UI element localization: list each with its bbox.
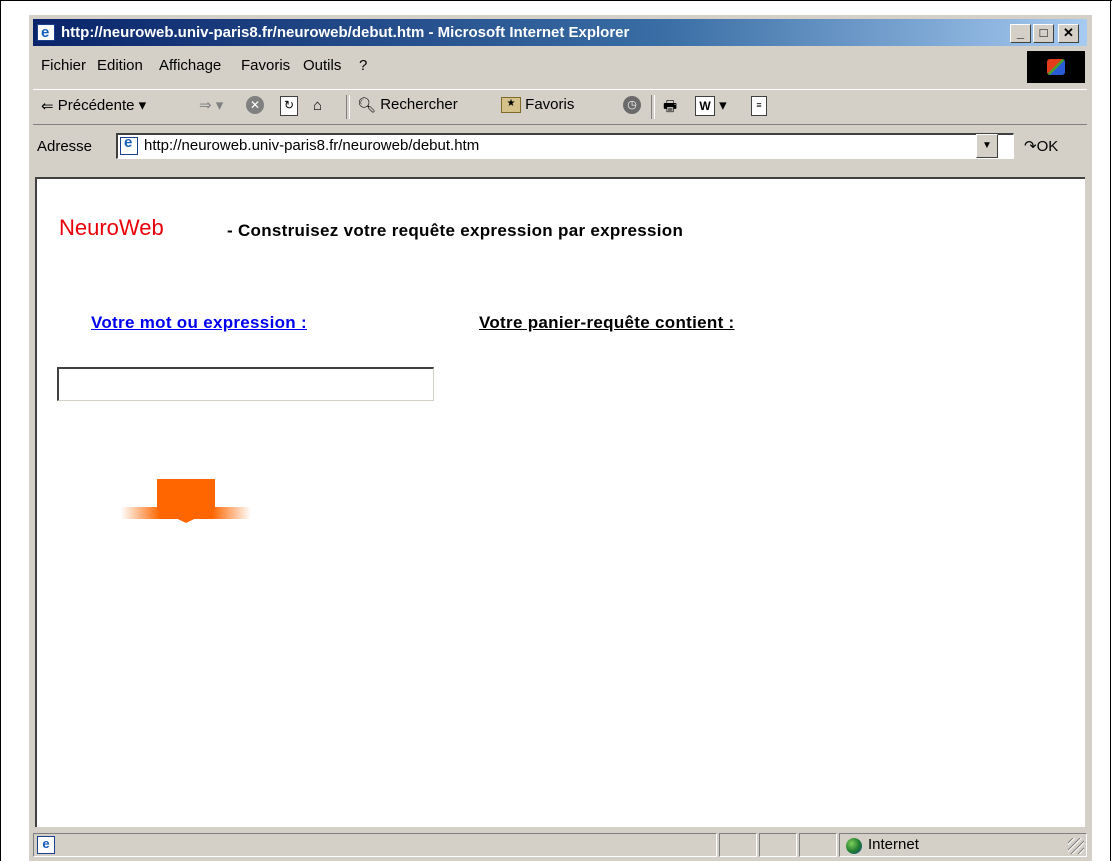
window-title: http://neuroweb.univ-paris8.fr/neuroweb/…: [61, 24, 630, 41]
forward-arrow-icon: ⇒: [199, 97, 212, 114]
edit-dropdown-icon[interactable]: ▾: [719, 97, 727, 114]
status-cell: [719, 833, 757, 857]
ie-page-icon: e: [37, 836, 55, 854]
go-arrow-icon: ↷: [1024, 138, 1037, 155]
menu-help[interactable]: ?: [359, 57, 367, 74]
search-icon: 🔍︎: [357, 97, 377, 115]
menu-affichage[interactable]: Affichage: [159, 57, 221, 74]
document-icon: ≡: [751, 96, 767, 116]
maximize-button[interactable]: □: [1033, 24, 1054, 43]
screenshot-border: [0, 0, 1112, 1]
expression-input[interactable]: [57, 367, 434, 401]
favorites-button[interactable]: ★ Favoris: [501, 96, 575, 114]
status-bar: e Internet: [33, 831, 1087, 858]
address-bar: Adresse http://neuroweb.univ-paris8.fr/n…: [33, 128, 1087, 164]
standard-toolbar: ⇐ Précédente ▾ ⇒ ▾ ✕ ↻ ⌂ 🔍︎ Rechercher ★…: [33, 89, 1087, 125]
ie-icon[interactable]: [37, 19, 55, 46]
windows-logo-throbber: [1027, 51, 1085, 83]
menu-outils[interactable]: Outils: [303, 57, 341, 74]
back-arrow-icon: ⇐: [41, 98, 54, 116]
zone-label: Internet: [868, 836, 919, 853]
discuss-button[interactable]: ≡: [751, 96, 767, 116]
back-label: Précédente: [57, 97, 135, 114]
page-headline: - Construisez votre requête expression p…: [227, 221, 684, 240]
back-button[interactable]: ⇐ Précédente ▾: [41, 96, 146, 115]
search-button[interactable]: 🔍︎ Rechercher: [357, 96, 458, 114]
toolbar-separator: [651, 95, 655, 119]
page-icon: [120, 134, 138, 155]
screenshot-border-right: [1110, 0, 1111, 861]
home-button[interactable]: ⌂: [313, 96, 322, 114]
security-zone-cell: Internet: [839, 833, 1087, 857]
history-button[interactable]: ◷: [623, 96, 641, 115]
go-label: OK: [1036, 138, 1059, 155]
forward-dropdown-icon: ▾: [215, 97, 224, 114]
page-viewport: NeuroWeb - Construisez votre requête exp…: [35, 177, 1085, 827]
history-icon: ◷: [623, 96, 641, 115]
menu-bar: Fichier Edition Affichage Favoris Outils…: [33, 51, 1087, 83]
close-button[interactable]: ✕: [1058, 24, 1079, 43]
minimize-button[interactable]: _: [1010, 24, 1031, 43]
expression-link[interactable]: Votre mot ou expression :: [91, 313, 307, 333]
home-icon: ⌂: [313, 96, 323, 114]
favorites-folder-icon: ★: [501, 97, 521, 114]
stop-icon: ✕: [246, 96, 264, 115]
go-button[interactable]: ↷OK: [1024, 137, 1058, 155]
resize-grip[interactable]: [1068, 838, 1084, 854]
forward-button[interactable]: ⇒ ▾: [199, 96, 223, 114]
menu-edition[interactable]: Edition: [97, 57, 143, 74]
screenshot-border-left: [0, 0, 1, 861]
status-message-cell: e: [33, 833, 717, 857]
brand-logo-text: NeuroWeb: [59, 215, 164, 240]
title-bar: http://neuroweb.univ-paris8.fr/neuroweb/…: [33, 19, 1087, 46]
menu-fichier[interactable]: Fichier: [41, 57, 86, 74]
browser-window: http://neuroweb.univ-paris8.fr/neuroweb/…: [28, 14, 1092, 861]
toolbar-separator: [346, 95, 350, 119]
refresh-icon: ↻: [280, 96, 298, 116]
basket-heading: Votre panier-requête contient :: [479, 313, 735, 332]
menu-favoris[interactable]: Favoris: [241, 57, 290, 74]
windows-flag-icon: [1047, 59, 1065, 75]
stop-button[interactable]: ✕: [246, 96, 264, 115]
address-dropdown-button[interactable]: ▼: [976, 134, 998, 158]
address-input[interactable]: http://neuroweb.univ-paris8.fr/neuroweb/…: [116, 133, 1014, 159]
status-cell: [799, 833, 837, 857]
print-button[interactable]: 🖶: [663, 96, 677, 121]
address-url: http://neuroweb.univ-paris8.fr/neuroweb/…: [144, 137, 480, 154]
add-down-arrow-button[interactable]: [121, 479, 251, 529]
back-dropdown-icon[interactable]: ▾: [139, 97, 147, 114]
internet-globe-icon: [846, 838, 862, 854]
word-icon: W: [695, 96, 715, 117]
address-label: Adresse: [37, 138, 93, 155]
search-label: Rechercher: [380, 96, 458, 113]
favorites-label: Favoris: [525, 96, 575, 113]
edit-word-button[interactable]: W ▾: [695, 96, 727, 117]
status-cell: [759, 833, 797, 857]
printer-icon: 🖶: [663, 98, 678, 115]
refresh-button[interactable]: ↻: [280, 96, 298, 116]
